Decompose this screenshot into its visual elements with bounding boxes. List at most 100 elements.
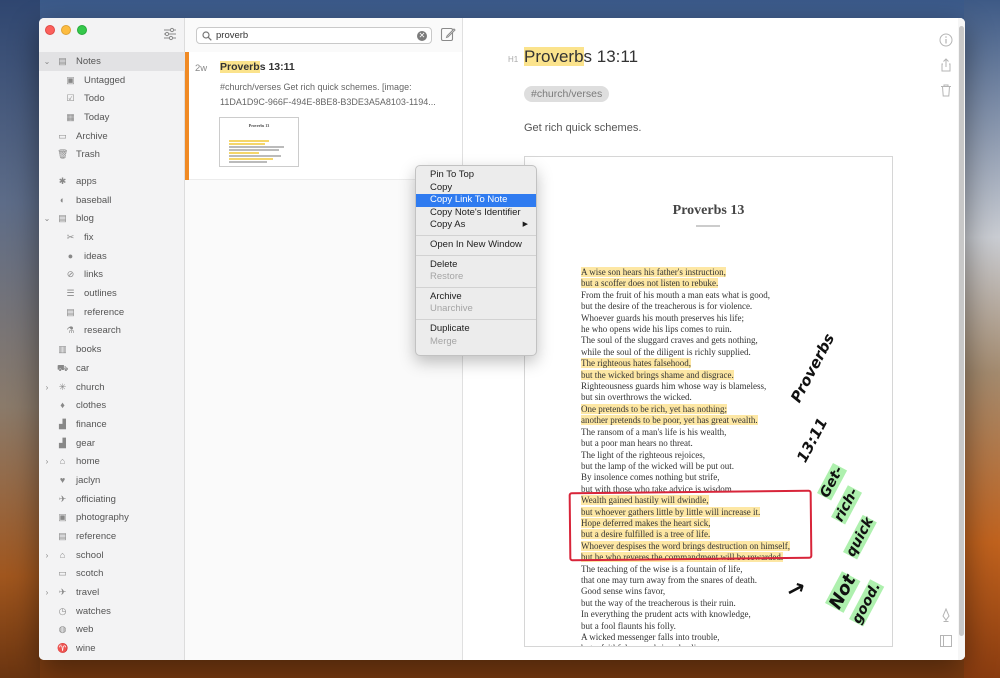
todo-icon: ☑ xyxy=(66,93,75,104)
sidebar-item-label: Todo xyxy=(84,93,105,105)
desktop-wallpaper-right xyxy=(964,0,1000,678)
scrollbar-thumb[interactable] xyxy=(959,26,964,636)
compose-note-icon[interactable] xyxy=(440,26,456,42)
note-body-text[interactable]: Get rich quick schemes. xyxy=(524,122,641,134)
photography-icon: ▣ xyxy=(58,512,67,523)
sidebar-tag-list: ⌄ ▤ Notes ▣ Untagged ☑ Todo ▦ Today ▭ Archive 🗑 Tras… xyxy=(39,52,185,658)
menu-item-copy-as[interactable]: Copy As ▶ xyxy=(416,219,536,232)
search-field[interactable]: ✕ xyxy=(196,27,432,44)
minimize-window-button[interactable] xyxy=(61,25,71,35)
sidebar-item-books[interactable]: ▥ books xyxy=(39,340,185,359)
scan-verse-line: another pretends to be poor, yet has gre… xyxy=(570,415,820,426)
sidebar-item-trash[interactable]: 🗑 Trash xyxy=(39,145,185,164)
sidebar-item-church[interactable]: › ✳ church xyxy=(39,378,185,397)
pen-icon[interactable] xyxy=(939,608,953,622)
sidebar-item-research[interactable]: ⚗ research xyxy=(39,322,185,341)
sidebar-item-label: web xyxy=(76,624,94,636)
sidebar-item-scotch[interactable]: ▭ scotch xyxy=(39,565,185,584)
tag-pill[interactable]: #church/verses xyxy=(524,86,610,102)
menu-item-pin-to-top[interactable]: Pin To Top xyxy=(416,169,536,182)
sidebar-panel-icon[interactable] xyxy=(939,634,953,648)
red-ink-box xyxy=(568,489,813,562)
scan-verse-line: Whoever guards his mouth preserves his l… xyxy=(570,313,820,324)
verse-text: The light of the righteous rejoices, xyxy=(581,449,705,460)
sidebar-item-todo[interactable]: ☑ Todo xyxy=(39,89,185,108)
sidebar-item-fix[interactable]: ✂ fix xyxy=(39,228,185,247)
sidebar-item-travel[interactable]: › ✈ travel xyxy=(39,583,185,602)
menu-item-archive[interactable]: Archive xyxy=(416,291,536,304)
sidebar-item-label: travel xyxy=(76,587,100,599)
clear-search-icon[interactable]: ✕ xyxy=(417,31,427,41)
heart-icon: ♥ xyxy=(59,474,66,485)
sidebar-item-untagged[interactable]: ▣ Untagged xyxy=(39,71,185,90)
scan-verse-line: One pretends to be rich, yet has nothing… xyxy=(570,403,820,415)
sidebar-item-clothes[interactable]: ♦ clothes xyxy=(39,396,185,415)
sidebar-item-links[interactable]: ⊘ links xyxy=(39,266,185,285)
note-thumbnail: Proverbs 13 xyxy=(219,117,299,167)
zoom-window-button[interactable] xyxy=(77,25,87,35)
sidebar-item-archive[interactable]: ▭ Archive xyxy=(39,127,185,146)
context-menu: Pin To Top Copy Copy Link To Note Copy Note… xyxy=(415,165,537,356)
sidebar-item-reference[interactable]: ▤ reference xyxy=(39,303,185,322)
share-icon[interactable] xyxy=(939,58,953,72)
scan-verse-line: Good sense wins favor, xyxy=(570,586,820,597)
sidebar-item-gear[interactable]: ▟ gear xyxy=(39,434,185,453)
menu-item-label: Pin To Top xyxy=(430,169,475,180)
chevron-down-icon[interactable]: ⌄ xyxy=(43,57,51,66)
menu-item-copy[interactable]: Copy xyxy=(416,182,536,195)
sidebar-item-car[interactable]: ⛟ car xyxy=(39,359,185,378)
sidebar-item-photography[interactable]: ▣ photography xyxy=(39,509,185,528)
scan-verse-line: he who opens wide his lips comes to ruin… xyxy=(570,324,820,335)
window-controls xyxy=(45,25,87,35)
close-window-button[interactable] xyxy=(45,25,55,35)
sidebar-item-ideas[interactable]: ● ideas xyxy=(39,247,185,266)
scan-title: Proverbs 13 xyxy=(672,203,745,218)
sidebar-item-jaclyn[interactable]: ♥ jaclyn xyxy=(39,471,185,490)
trash-icon[interactable] xyxy=(939,83,953,97)
sidebar-item-web[interactable]: ◍ web xyxy=(39,621,185,640)
sidebar-item-wine[interactable]: ♈ wine xyxy=(39,639,185,658)
menu-item-copy-note-s-identifier[interactable]: Copy Note's Identifier xyxy=(416,207,536,220)
sidebar-item-apps[interactable]: ✱ apps xyxy=(39,172,185,191)
sidebar-item-finance[interactable]: ▟ finance xyxy=(39,415,185,434)
chevron-right-icon[interactable]: › xyxy=(43,551,51,560)
sidebar-item-notes[interactable]: ⌄ ▤ Notes xyxy=(39,52,185,71)
apps-icon: ✱ xyxy=(58,175,67,186)
attached-image[interactable]: Proverbs 13 A wise son hears his father'… xyxy=(524,156,893,647)
home-icon: ⌂ xyxy=(59,456,66,467)
menu-item-open-in-new-window[interactable]: Open In New Window xyxy=(416,239,536,252)
sidebar-item-home[interactable]: › ⌂ home xyxy=(39,452,185,471)
travel-icon: ✈ xyxy=(58,587,67,598)
sidebar-item-label: fix xyxy=(84,232,94,244)
sidebar-item-blog[interactable]: ⌄ ▤ blog xyxy=(39,210,185,229)
chevron-down-icon[interactable]: ⌄ xyxy=(43,214,51,223)
sidebar-item-outlines[interactable]: ☰ outlines xyxy=(39,284,185,303)
highlighted-verse-text: The righteous hates falsehood, xyxy=(581,358,691,369)
sidebar-item-label: scotch xyxy=(76,568,104,580)
menu-item-delete[interactable]: Delete xyxy=(416,259,536,272)
note-list-item[interactable]: 2w Proverbs 13:11 #church/verses Get ric… xyxy=(185,52,462,180)
sidebar-item-watches[interactable]: ◷ watches xyxy=(39,602,185,621)
sidebar-item-today[interactable]: ▦ Today xyxy=(39,108,185,127)
sidebar-item-baseball[interactable]: ◐ baseball xyxy=(39,191,185,210)
chevron-right-icon[interactable]: › xyxy=(43,457,51,466)
sidebar-item-label: ideas xyxy=(84,250,107,262)
info-icon[interactable] xyxy=(939,33,953,47)
sidebar-item-officiating[interactable]: ✈ officiating xyxy=(39,490,185,509)
scan-verse-line: From the fruit of his mouth a man eats w… xyxy=(570,290,820,301)
sliders-icon[interactable] xyxy=(163,27,177,41)
scotch-icon: ▭ xyxy=(58,568,67,579)
clothes-icon: ♦ xyxy=(60,400,65,411)
notes-icon: ▤ xyxy=(58,55,67,66)
menu-item-copy-link-to-note[interactable]: Copy Link To Note xyxy=(416,194,536,207)
sidebar-item-school[interactable]: › ⌂ school xyxy=(39,546,185,565)
chevron-right-icon[interactable]: › xyxy=(43,588,51,597)
scan-verse-line: but a scoffer does not listen to rebuke. xyxy=(570,278,820,289)
menu-item-duplicate[interactable]: Duplicate xyxy=(416,323,536,336)
search-input[interactable] xyxy=(216,29,406,42)
sidebar-item-label: finance xyxy=(76,418,107,430)
note-heading[interactable]: Proverbs 13:11 xyxy=(524,47,638,67)
chevron-right-icon[interactable]: › xyxy=(43,383,51,392)
sidebar-item-reference[interactable]: ▤ reference xyxy=(39,527,185,546)
